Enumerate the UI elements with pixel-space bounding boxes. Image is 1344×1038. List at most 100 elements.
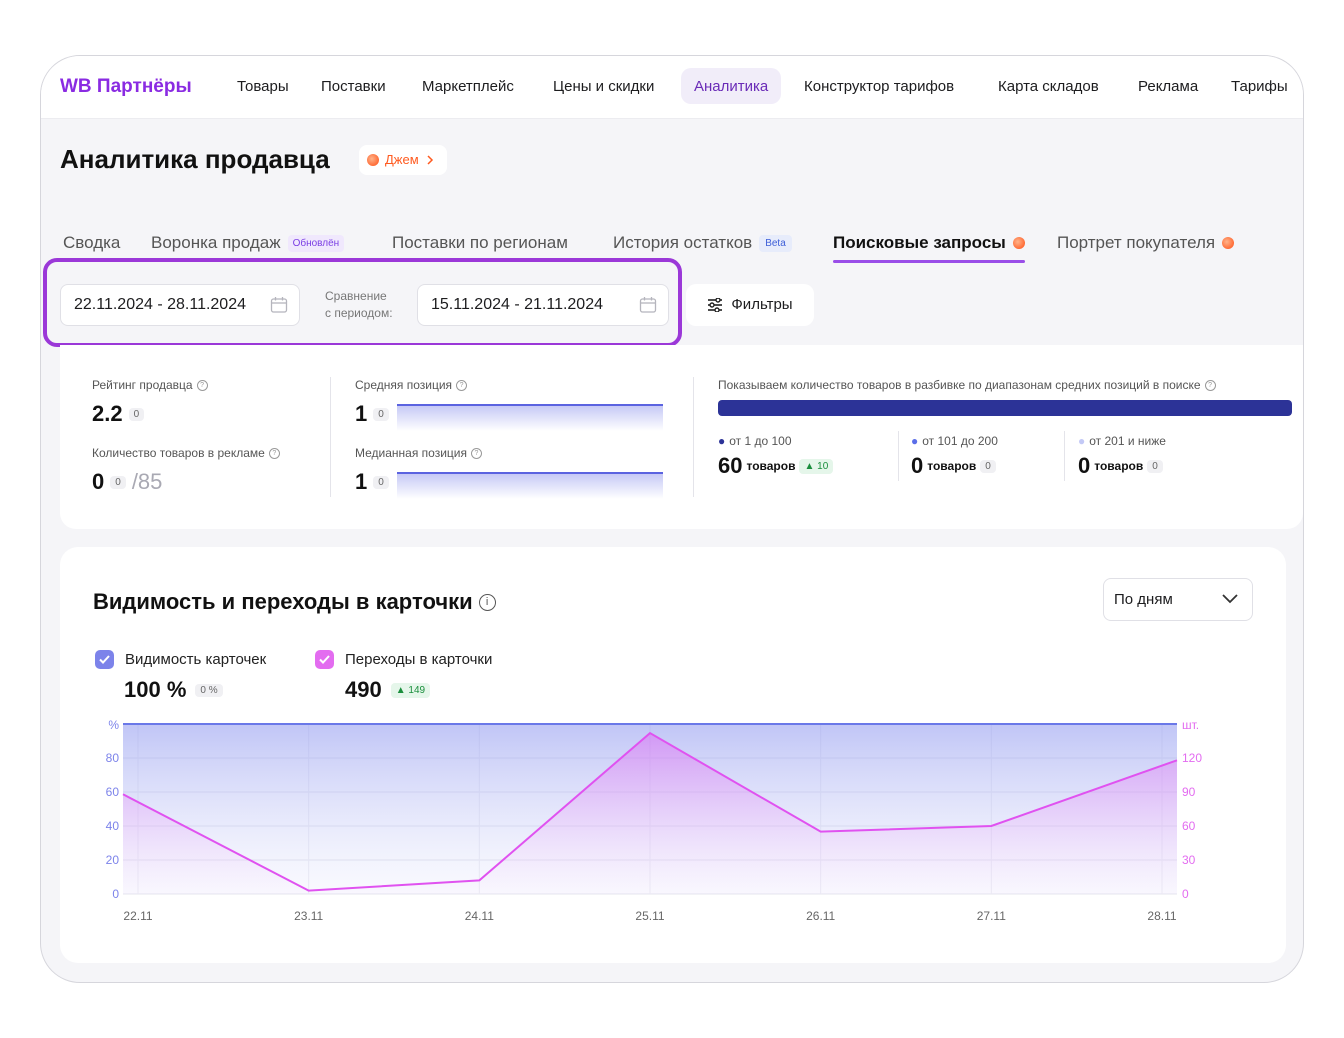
divider: [1064, 431, 1065, 481]
nav-item-prices[interactable]: Цены и скидки: [540, 68, 667, 104]
delta-chip: 0 %: [195, 683, 223, 697]
nav-item-supplies[interactable]: Поставки: [308, 68, 399, 104]
jam-dot-icon: [367, 154, 379, 166]
left-axis-tick: 40: [106, 819, 120, 833]
stats-panel: Рейтинг продавца? 2.2 0 Количество товаро…: [60, 345, 1303, 529]
logo[interactable]: WB Партнёры: [60, 76, 192, 98]
range-3-value: 0 товаров 0: [1078, 453, 1163, 479]
range-3-label: ● от 201 и ниже: [1078, 434, 1166, 448]
tab-buyer-portrait[interactable]: Портрет покупателя: [1057, 226, 1235, 260]
right-axis-unit: шт.: [1182, 718, 1199, 732]
nav-item-analytics[interactable]: Аналитика: [681, 68, 782, 104]
chart-card-title: Видимость и переходы в карточки i: [93, 589, 496, 615]
delta-chip: 0: [110, 475, 126, 489]
page-title: Аналитика продавца: [60, 144, 330, 174]
divider: [898, 431, 899, 481]
right-axis-tick: 0: [1182, 887, 1189, 901]
checkbox-checked-icon[interactable]: [95, 650, 114, 669]
right-axis-tick: 30: [1182, 853, 1196, 867]
new-dot-icon: [1222, 237, 1235, 249]
delta-chip: 0: [980, 459, 996, 473]
ads-count-value: 0 0/85: [92, 469, 163, 494]
range-1-label: ● от 1 до 100: [718, 434, 792, 448]
filter-sliders-icon: [708, 298, 723, 312]
app-window: WB Партнёры Товары Поставки Маркетплейс …: [40, 55, 1304, 983]
x-axis-tick: 25.11: [635, 909, 664, 923]
tabs: Сводка Воронка продаж Обновлён Поставки п…: [63, 226, 1259, 263]
help-icon[interactable]: ?: [196, 379, 208, 391]
delta-chip: 0: [128, 407, 145, 421]
help-icon[interactable]: ?: [471, 447, 482, 459]
left-axis-tick: 0: [112, 887, 119, 901]
help-icon[interactable]: ?: [456, 379, 468, 391]
nav-item-products[interactable]: Товары: [224, 68, 302, 104]
nav-item-warehouse-map[interactable]: Карта складов: [985, 68, 1112, 104]
tab-regional-supplies[interactable]: Поставки по регионам: [392, 226, 568, 260]
legend-clicks[interactable]: Переходы в карточки: [315, 650, 492, 669]
divider: [693, 377, 694, 497]
left-axis-tick: 20: [106, 853, 120, 867]
clicks-value: 490 ▲ 149: [345, 677, 431, 703]
x-axis-tick: 22.11: [123, 909, 152, 923]
right-axis-tick: 60: [1182, 819, 1196, 833]
median-position-value: 10: [355, 469, 389, 495]
tab-search-queries[interactable]: Поисковые запросы: [833, 226, 1025, 263]
left-axis-tick: 80: [106, 751, 120, 765]
date-range-highlight: [43, 258, 682, 347]
legend-visibility[interactable]: Видимость карточек: [95, 650, 266, 669]
delta-chip: 0: [373, 407, 389, 421]
period-select[interactable]: По дням: [1103, 578, 1253, 621]
delta-chip: ▲ 149: [390, 682, 431, 698]
x-axis-tick: 27.11: [977, 909, 1006, 923]
top-navigation: WB Партнёры Товары Поставки Маркетплейс …: [41, 56, 1303, 119]
checkbox-checked-icon[interactable]: [315, 650, 334, 669]
nav-item-tariff-builder[interactable]: Конструктор тарифов: [791, 68, 967, 104]
delta-chip: 0: [373, 475, 389, 489]
divider: [330, 377, 331, 497]
range-1-value: 60 товаров ▲ 10: [718, 453, 834, 479]
range-2-value: 0 товаров 0: [911, 453, 996, 479]
jam-label: Джем: [385, 152, 419, 167]
avg-position-sparkline: [397, 404, 663, 431]
left-axis-unit: %: [108, 718, 119, 732]
help-icon[interactable]: ?: [268, 447, 280, 459]
rating-label: Рейтинг продавца?: [92, 378, 208, 392]
tab-sales-funnel[interactable]: Воронка продаж Обновлён: [151, 226, 345, 260]
nav-item-ads[interactable]: Реклама: [1125, 68, 1211, 104]
beta-badge: Beta: [759, 234, 792, 252]
chevron-down-icon: [1222, 594, 1238, 604]
ranges-bar: [718, 400, 1292, 416]
updated-badge: Обновлён: [287, 234, 345, 252]
x-axis-tick: 23.11: [294, 909, 323, 923]
avg-position-label: Средняя позиция?: [355, 378, 468, 392]
visibility-clicks-chart: % 0 20 40 60 80 шт. 0 30 60 90 120 22.11 23.11 24.11 25…: [106, 718, 1203, 923]
nav-item-marketplace[interactable]: Маркетплейс: [409, 68, 527, 104]
right-axis-tick: 120: [1182, 751, 1202, 765]
median-position-sparkline: [397, 472, 663, 499]
chevron-right-icon: [427, 155, 433, 165]
avg-position-value: 10: [355, 401, 389, 427]
median-position-label: Медианная позиция?: [355, 446, 482, 460]
left-axis-tick: 60: [106, 785, 120, 799]
help-icon[interactable]: ?: [1204, 379, 1216, 391]
jam-badge[interactable]: Джем: [359, 145, 447, 175]
visibility-value: 100 % 0 %: [124, 677, 223, 703]
x-axis-tick: 24.11: [465, 909, 494, 923]
ads-total: /85: [131, 469, 163, 494]
x-axis-tick: 28.11: [1147, 909, 1176, 923]
ranges-title: Показываем количество товаров в разбивке…: [718, 378, 1216, 392]
delta-chip: 0: [1147, 459, 1163, 473]
nav-item-tariffs[interactable]: Тарифы: [1218, 68, 1301, 104]
tab-summary[interactable]: Сводка: [63, 226, 120, 260]
x-axis-tick: 26.11: [806, 909, 835, 923]
visibility-chart-card: Видимость и переходы в карточки i По дням…: [60, 547, 1286, 963]
rating-value: 2.2 0: [92, 401, 145, 427]
tab-stock-history[interactable]: История остатков Beta: [613, 226, 792, 260]
new-dot-icon: [1012, 237, 1025, 249]
delta-chip: ▲ 10: [799, 458, 834, 474]
info-icon[interactable]: i: [478, 593, 496, 611]
filters-button[interactable]: Фильтры: [686, 284, 814, 326]
ads-count-label: Количество товаров в рекламе?: [92, 446, 280, 460]
right-axis-tick: 90: [1182, 785, 1196, 799]
range-2-label: ● от 101 до 200: [911, 434, 998, 448]
